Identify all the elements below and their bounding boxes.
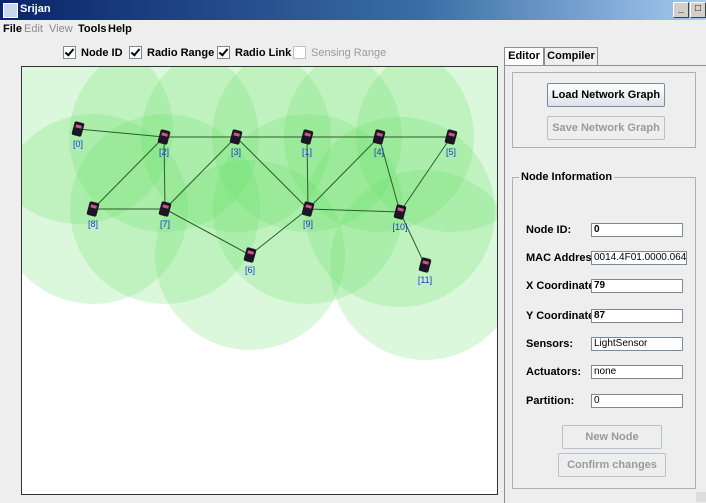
checkbox-unchecked-icon: [293, 46, 306, 59]
node-id-label: [4]: [374, 147, 384, 157]
node-id-field[interactable]: 0: [591, 223, 683, 237]
radio-range-checkbox[interactable]: Radio Range: [129, 46, 214, 59]
node-id-label: [3]: [231, 147, 241, 157]
window-titlebar: Srijan _ □: [0, 0, 706, 20]
partition-field[interactable]: 0: [591, 394, 683, 408]
sensing-range-checkbox-label: Sensing Range: [311, 46, 387, 59]
confirm-changes-button[interactable]: Confirm changes: [558, 453, 666, 477]
save-network-graph-button[interactable]: Save Network Graph: [547, 116, 665, 140]
menu-tools[interactable]: Tools: [78, 23, 107, 35]
radio-link-checkbox[interactable]: Radio Link: [217, 46, 291, 59]
load-network-graph-button[interactable]: Load Network Graph: [547, 83, 665, 107]
minimize-icon[interactable]: _: [673, 2, 689, 18]
partition-label: Partition:: [526, 395, 575, 407]
node-id-label: [8]: [88, 219, 98, 229]
node-id-label: [9]: [303, 219, 313, 229]
menu-edit[interactable]: Edit: [24, 23, 43, 35]
checkbox-checked-icon: [129, 46, 142, 59]
menu-view[interactable]: View: [49, 23, 73, 35]
node-id-label: [0]: [73, 139, 83, 149]
window-controls: _ □: [673, 2, 706, 18]
menu-bar: File Edit View Tools Help: [0, 20, 706, 38]
scrollbar-corner: [696, 492, 706, 502]
actuators-label: Actuators:: [526, 366, 582, 378]
tab-editor[interactable]: Editor: [504, 47, 544, 65]
tab-compiler[interactable]: Compiler: [544, 47, 598, 65]
node-id-label: [1]: [302, 147, 312, 157]
menu-help[interactable]: Help: [108, 23, 132, 35]
network-canvas[interactable]: [0] [2] [3] [1] [4] [5] [8] [7] [9] [10] [6] [11]: [21, 66, 498, 495]
y-coordinate-label: Y Coordinate:: [526, 310, 598, 322]
app-icon: [3, 3, 18, 18]
maximize-icon[interactable]: □: [690, 2, 706, 18]
mac-address-field[interactable]: 0014.4F01.0000.0642: [591, 251, 687, 265]
node-id-checkbox-label: Node ID: [81, 46, 123, 59]
sensors-label: Sensors:: [526, 338, 574, 350]
node-id-label: [10]: [392, 222, 407, 232]
node-id-label: [2]: [159, 147, 169, 157]
window-title: Srijan: [20, 3, 51, 15]
node-id-checkbox[interactable]: Node ID: [63, 46, 123, 59]
node-information-title: Node Information: [519, 171, 615, 183]
y-coordinate-field[interactable]: 87: [591, 309, 683, 323]
new-node-button[interactable]: New Node: [562, 425, 662, 449]
node-id-label: [11]: [418, 275, 432, 285]
x-coordinate-field[interactable]: 79: [591, 279, 683, 293]
checkbox-checked-icon: [217, 46, 230, 59]
sensors-field[interactable]: LightSensor: [591, 337, 683, 351]
radio-range-checkbox-label: Radio Range: [147, 46, 215, 59]
node-id-label: Node ID:: [526, 224, 572, 236]
sensing-range-checkbox[interactable]: Sensing Range: [293, 46, 386, 59]
node-id-label: [5]: [446, 147, 456, 157]
menu-file[interactable]: File: [3, 23, 22, 35]
checkbox-checked-icon: [63, 46, 76, 59]
network-graph[interactable]: [0] [2] [3] [1] [4] [5] [8] [7] [9] [10] [6] [11]: [22, 67, 497, 494]
radio-link-checkbox-label: Radio Link: [235, 46, 292, 59]
x-coordinate-label: X Coordinate:: [526, 280, 599, 292]
actuators-field[interactable]: none: [591, 365, 683, 379]
node-id-label: [7]: [160, 219, 170, 229]
node-id-label: [6]: [245, 265, 255, 275]
